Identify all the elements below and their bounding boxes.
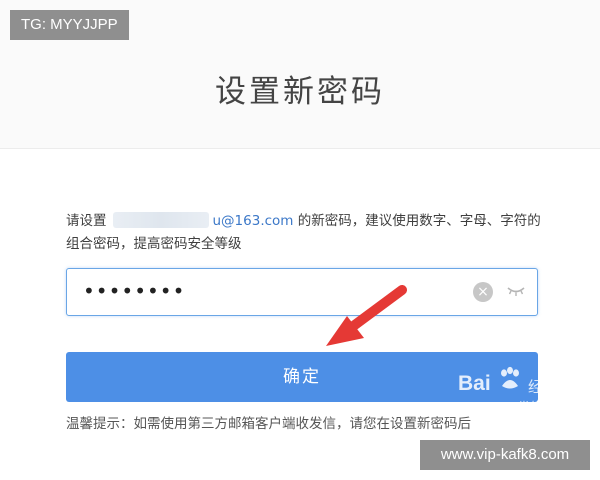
instruction-text: 请设置 u@163.com 的新密码，建议使用数字、字母、字符的组合密码，提高密码… — [66, 210, 546, 256]
header-divider — [0, 148, 600, 149]
tg-watermark: TG: MYYJJPP — [10, 10, 129, 40]
tip-text: 温馨提示：如需使用第三方邮箱客户端收发信，请您在设置新密码后 — [66, 416, 471, 432]
eye-closed-icon[interactable] — [507, 285, 525, 297]
clear-circle-icon[interactable]: × — [473, 282, 493, 302]
baidu-jingyan-watermark: 经验 — [528, 378, 559, 396]
new-password-input[interactable]: •••••••• × — [66, 268, 538, 316]
password-value: •••••••• — [83, 279, 186, 303]
page-title: 设置新密码 — [215, 74, 385, 110]
blurred-email-username — [112, 212, 209, 228]
url-watermark: www.vip-kafk8.com — [420, 440, 590, 470]
baidu-paw-icon — [501, 366, 519, 389]
instruction-prefix: 请设置 — [66, 213, 107, 229]
email-suffix: u@163.com — [212, 213, 294, 229]
baidu-logo-watermark: Bai — [458, 372, 491, 395]
author-watermark: @世外云 — [506, 400, 555, 414]
